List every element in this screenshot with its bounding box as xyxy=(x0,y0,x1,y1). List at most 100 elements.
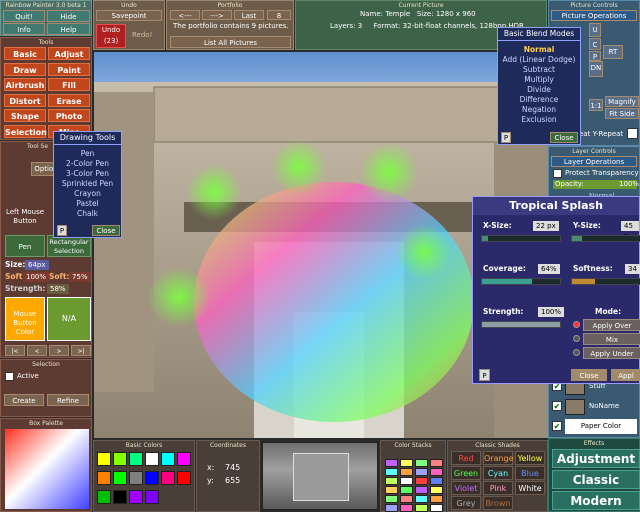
tool-selection[interactable]: Selection xyxy=(4,124,47,138)
blend-mode-item[interactable]: Difference xyxy=(498,95,580,105)
blend-mode-item[interactable]: Divide xyxy=(498,85,580,95)
na-swatch[interactable]: N/A xyxy=(47,297,91,341)
drawing-tool-item[interactable]: 3-Color Pen xyxy=(54,169,121,179)
drawing-tool-item[interactable]: Chalk xyxy=(54,209,121,219)
nav-up-button[interactable]: U xyxy=(589,23,601,37)
shade-red[interactable]: Red xyxy=(451,451,481,465)
basic-color-swatch[interactable] xyxy=(145,471,159,485)
color-stack-swatch[interactable] xyxy=(430,468,443,476)
color-stack-swatch[interactable] xyxy=(400,468,413,476)
shade-orange[interactable]: Orange xyxy=(483,451,514,465)
soft-value[interactable]: 100% xyxy=(23,272,50,282)
color-stack-swatch[interactable] xyxy=(415,468,428,476)
active-checkbox[interactable] xyxy=(5,372,14,381)
color-stack-swatch[interactable] xyxy=(385,495,398,503)
blend-modes-close-button[interactable]: Close xyxy=(550,132,578,143)
layer-visible-checkbox[interactable]: ✔ xyxy=(552,401,562,411)
basic-color-swatch[interactable] xyxy=(177,452,191,466)
color-stack-swatch[interactable] xyxy=(400,504,413,512)
picture-operations-button[interactable]: Picture Operations xyxy=(551,10,637,21)
x-size-value[interactable]: 22 px xyxy=(533,221,559,231)
tool-adjust[interactable]: Adjust xyxy=(48,47,90,60)
navigator-preview[interactable] xyxy=(262,442,378,510)
y-size-slider[interactable] xyxy=(571,235,640,242)
shade-cyan[interactable]: Cyan xyxy=(483,466,513,480)
tropical-p-button[interactable]: P xyxy=(479,369,490,381)
shade-blue[interactable]: Blue xyxy=(515,466,545,480)
tool-shape[interactable]: Shape xyxy=(4,109,46,122)
color-stack-swatch[interactable] xyxy=(430,504,443,512)
hide-button[interactable]: Hide xyxy=(47,10,90,22)
tool-erase[interactable]: Erase xyxy=(48,93,90,107)
color-stack-swatch[interactable] xyxy=(430,477,443,485)
nav-p-button[interactable]: P xyxy=(589,51,601,61)
color-stack-swatch[interactable] xyxy=(415,477,428,485)
nav-rt-button[interactable]: RT xyxy=(603,45,623,59)
portfolio-prev-button[interactable]: <--- xyxy=(170,10,200,20)
tool-airbrush[interactable]: Airbrush xyxy=(4,78,46,91)
layer-visible-checkbox[interactable]: ✔ xyxy=(552,421,562,431)
tropical-apply-button[interactable]: Appl xyxy=(611,369,640,381)
drawing-tools-p-button[interactable]: P xyxy=(57,225,67,236)
basic-color-swatch[interactable] xyxy=(177,471,191,485)
blend-mode-item[interactable]: Exclusion xyxy=(498,115,580,125)
coverage-slider[interactable] xyxy=(481,278,561,285)
basic-color-swatch[interactable] xyxy=(97,490,111,504)
color-stack-swatch[interactable] xyxy=(415,495,428,503)
mode-radio[interactable] xyxy=(573,349,580,356)
basic-color-swatch[interactable] xyxy=(129,471,143,485)
shade-green[interactable]: Green xyxy=(451,466,481,480)
strength-value-ts[interactable]: 100% xyxy=(538,307,565,317)
basic-color-swatch[interactable] xyxy=(113,490,127,504)
rectangular-selection-button[interactable]: Rectangular Selection xyxy=(47,235,91,257)
list-all-pictures-button[interactable]: List All Pictures xyxy=(170,36,291,48)
fit-side-button[interactable]: Fit Side xyxy=(605,108,639,119)
pager-button[interactable]: < xyxy=(27,345,47,356)
basic-color-swatch[interactable] xyxy=(145,452,159,466)
mode-apply-over-button[interactable]: Apply Over xyxy=(583,319,640,331)
mode-mix-button[interactable]: Mix xyxy=(583,333,640,345)
pager-button[interactable]: > xyxy=(49,345,69,356)
color-stack-swatch[interactable] xyxy=(430,495,443,503)
info-button[interactable]: Info xyxy=(3,23,45,35)
coverage-value[interactable]: 64% xyxy=(538,264,560,274)
mode-apply-under-button[interactable]: Apply Under xyxy=(583,347,640,359)
redo-button[interactable]: Redo! xyxy=(132,31,152,39)
mouse-button-color-swatch[interactable]: Mouse Button Color xyxy=(5,297,45,341)
tool-photo[interactable]: Photo xyxy=(48,109,90,122)
layer-operations-button[interactable]: Layer Operations xyxy=(551,156,637,167)
basic-color-swatch[interactable] xyxy=(97,471,111,485)
soft2-value[interactable]: 75% xyxy=(69,272,91,282)
tool-paint[interactable]: Paint xyxy=(48,62,90,76)
savepoint-button[interactable]: Savepoint xyxy=(96,10,162,21)
y-repeat-checkbox[interactable] xyxy=(627,128,638,139)
effect-adjustment-button[interactable]: Adjustment xyxy=(552,449,640,468)
pager-button[interactable]: |< xyxy=(5,345,25,356)
undo-button[interactable]: Undo (23) xyxy=(96,24,126,48)
color-stack-swatch[interactable] xyxy=(400,495,413,503)
color-stack-swatch[interactable] xyxy=(400,477,413,485)
refine-button[interactable]: Refine xyxy=(47,394,89,406)
size-value[interactable]: 64px xyxy=(25,260,49,270)
help-button[interactable]: Help xyxy=(47,23,90,35)
basic-color-swatch[interactable] xyxy=(129,452,143,466)
y-size-value[interactable]: 45 p xyxy=(621,221,639,240)
ratio-button[interactable]: 1:1 xyxy=(589,99,603,111)
nav-down-button[interactable]: DN xyxy=(589,61,603,77)
softness-slider[interactable] xyxy=(571,278,640,285)
color-stack-swatch[interactable] xyxy=(415,486,428,494)
drawing-tool-item[interactable]: Crayon xyxy=(54,189,121,199)
effect-classic-button[interactable]: Classic xyxy=(552,470,640,489)
blend-mode-item[interactable]: Normal xyxy=(498,45,580,55)
layer-name[interactable]: Paper Color xyxy=(565,419,637,434)
basic-color-swatch[interactable] xyxy=(161,452,175,466)
color-stack-swatch[interactable] xyxy=(385,468,398,476)
blend-mode-item[interactable]: Negation xyxy=(498,105,580,115)
drawing-tool-item[interactable]: Sprinkled Pen xyxy=(54,179,121,189)
basic-color-swatch[interactable] xyxy=(113,471,127,485)
pager-button[interactable]: >| xyxy=(71,345,91,356)
basic-color-swatch[interactable] xyxy=(161,471,175,485)
drawing-tool-item[interactable]: Pen xyxy=(54,149,121,159)
mode-radio[interactable] xyxy=(573,335,580,342)
effect-modern-button[interactable]: Modern xyxy=(552,491,640,510)
